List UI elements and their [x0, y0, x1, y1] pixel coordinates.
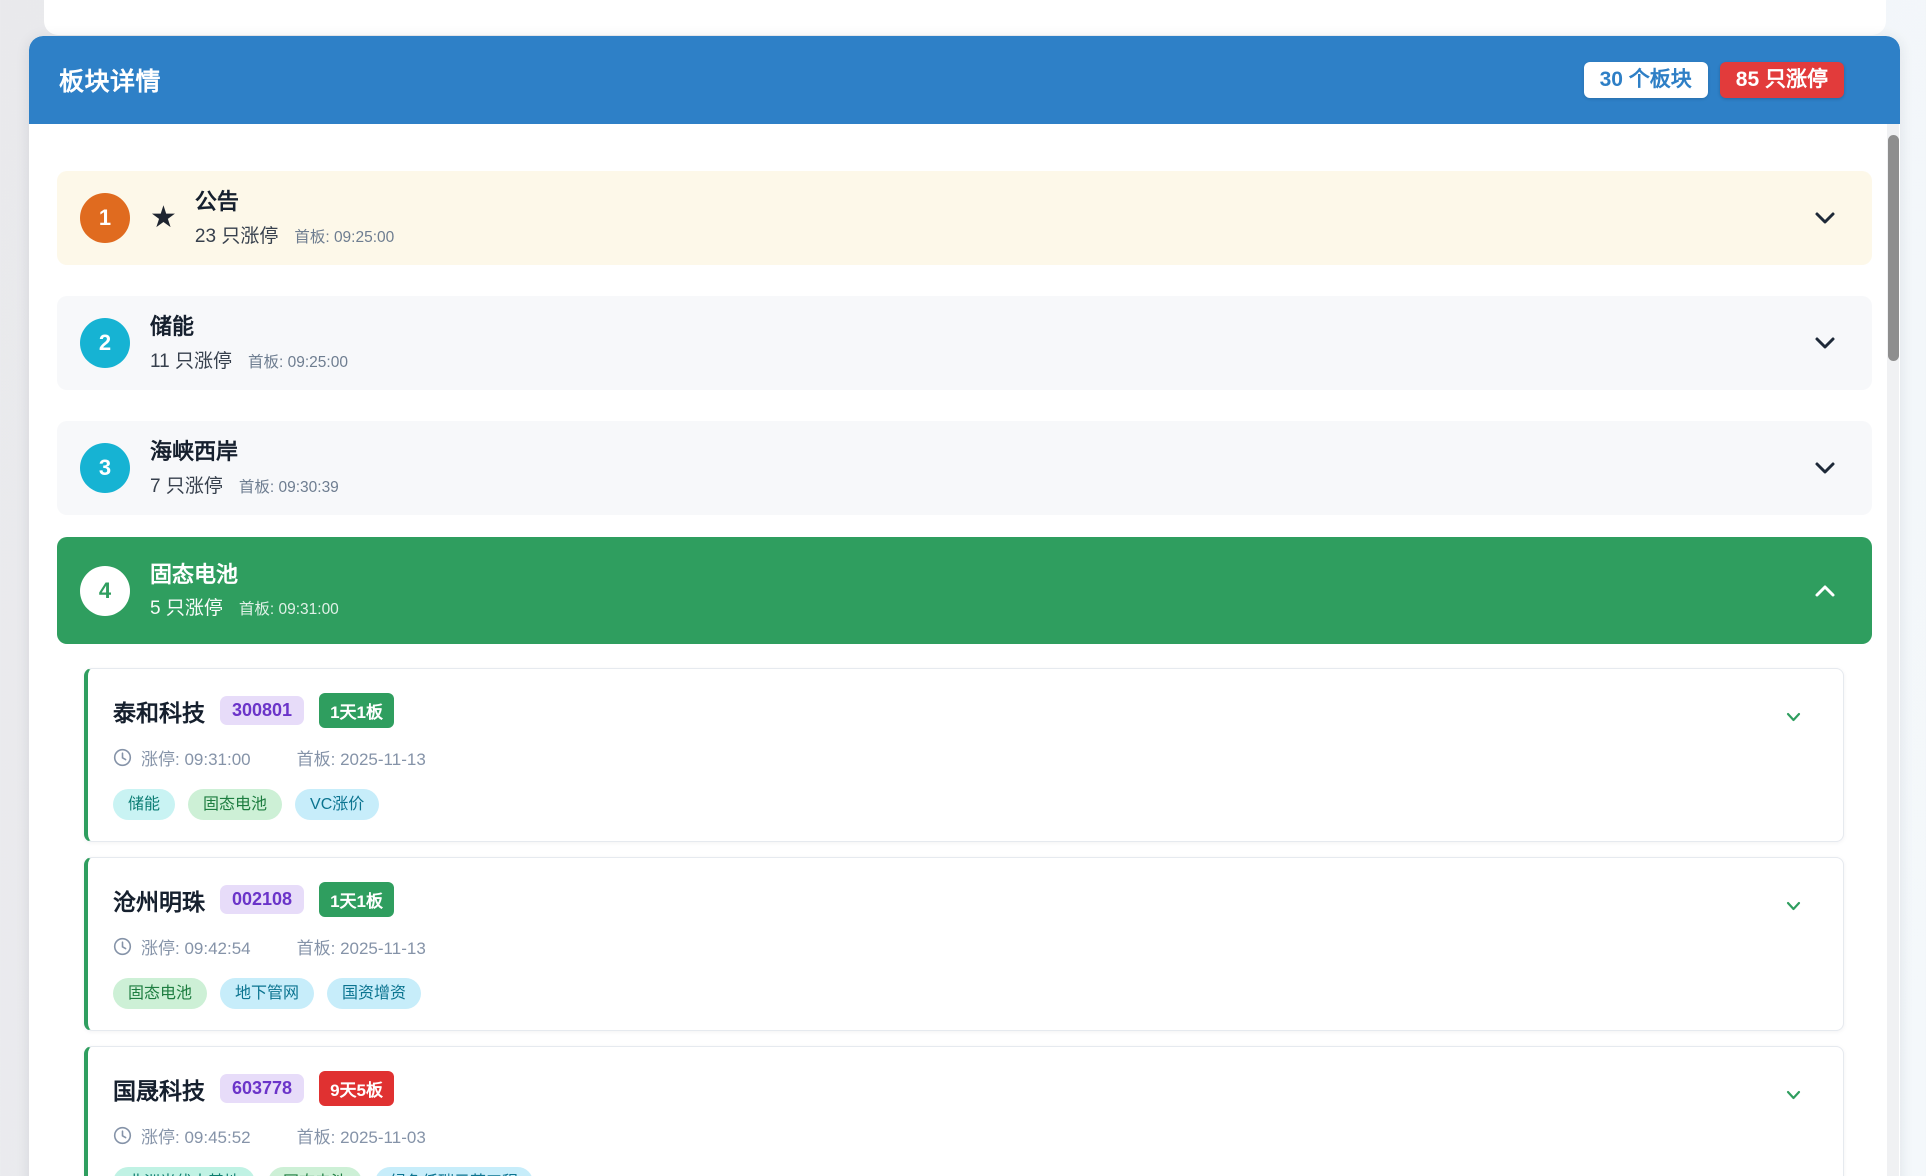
sector-name: 固态电池: [150, 561, 339, 589]
chevron-down-icon[interactable]: [1814, 211, 1836, 225]
rank-badge: 3: [80, 443, 130, 493]
limit-up-time: 涨停: 09:42:54: [141, 934, 251, 959]
limit-up-count-badge: 85 只涨停: [1720, 62, 1844, 98]
panel-header: 板块详情 30 个板块 85 只涨停: [29, 36, 1900, 124]
chevron-down-icon[interactable]: [1786, 709, 1801, 727]
concept-tag[interactable]: 固态电池: [113, 978, 207, 1009]
concept-tag[interactable]: 固态电池: [268, 1167, 362, 1176]
stock-card-guoshengkeji[interactable]: 国晟科技 603778 9天5板 涨停: 09:45:52 首板: 2025-1…: [84, 1046, 1844, 1176]
sector-count-badge: 30 个板块: [1584, 62, 1708, 98]
sector-row-gutaidianchi[interactable]: 4 固态电池 5 只涨停 首板: 09:31:00: [57, 537, 1872, 644]
first-board-date: 首板: 2025-11-13: [297, 934, 426, 959]
header-badges: 30 个板块 85 只涨停: [1584, 62, 1844, 98]
limit-up-time: 涨停: 09:45:52: [141, 1123, 251, 1148]
stock-name: 泰和科技: [113, 694, 205, 728]
clock-icon: [113, 1126, 132, 1145]
limit-up-time: 涨停: 09:31:00: [141, 745, 251, 770]
sector-text: 固态电池 5 只涨停 首板: 09:31:00: [150, 561, 339, 621]
sector-row-chuneng[interactable]: 2 储能 11 只涨停 首板: 09:25:00: [57, 296, 1872, 390]
stock-code-badge: 603778: [220, 1074, 304, 1103]
rank-badge: 4: [80, 566, 130, 616]
streak-badge: 1天1板: [319, 882, 394, 917]
sector-limitup-count: 5 只涨停: [150, 593, 223, 620]
chevron-down-icon[interactable]: [1786, 898, 1801, 916]
sector-detail-panel: 板块详情 30 个板块 85 只涨停 1 ★ 公告 23 只涨停 首板: 09:…: [29, 36, 1900, 1176]
clock-icon: [113, 937, 132, 956]
chevron-down-icon[interactable]: [1786, 1087, 1801, 1105]
concept-tag[interactable]: 国资增资: [327, 978, 421, 1009]
sector-text: 海峡西岸 7 只涨停 首板: 09:30:39: [150, 438, 339, 498]
chevron-down-icon[interactable]: [1814, 336, 1836, 350]
rank-badge: 2: [80, 318, 130, 368]
sector-name: 公告: [195, 188, 394, 216]
sector-list: 1 ★ 公告 23 只涨停 首板: 09:25:00 2 储能 11 只涨停 首…: [29, 124, 1900, 1176]
first-board-date: 首板: 2025-11-13: [297, 745, 426, 770]
stock-name: 国晟科技: [113, 1072, 205, 1106]
rank-badge: 1: [80, 193, 130, 243]
sector-row-gonggao[interactable]: 1 ★ 公告 23 只涨停 首板: 09:25:00: [57, 171, 1872, 265]
stock-list: 泰和科技 300801 1天1板 涨停: 09:31:00 首板: 2025-1…: [84, 668, 1844, 1176]
sector-first-board: 首板: 09:30:39: [239, 475, 339, 497]
stock-card-taihekeji[interactable]: 泰和科技 300801 1天1板 涨停: 09:31:00 首板: 2025-1…: [84, 668, 1844, 842]
concept-tag[interactable]: VC涨价: [295, 789, 379, 820]
concept-tag[interactable]: 非洲光伏大基地: [113, 1167, 255, 1176]
stock-name: 沧州明珠: [113, 883, 205, 917]
sector-row-haixia[interactable]: 3 海峡西岸 7 只涨停 首板: 09:30:39: [57, 421, 1872, 515]
chevron-down-icon[interactable]: [1814, 461, 1836, 475]
sector-limitup-count: 7 只涨停: [150, 471, 223, 498]
sector-first-board: 首板: 09:25:00: [294, 225, 394, 247]
scrollbar-thumb[interactable]: [1888, 135, 1899, 361]
sector-name: 储能: [150, 313, 348, 341]
star-icon: ★: [150, 203, 177, 233]
concept-tag[interactable]: 地下管网: [220, 978, 314, 1009]
stock-code-badge: 002108: [220, 885, 304, 914]
page-title: 板块详情: [59, 62, 161, 98]
sector-limitup-count: 23 只涨停: [195, 221, 278, 248]
sector-text: 储能 11 只涨停 首板: 09:25:00: [150, 313, 348, 373]
sector-first-board: 首板: 09:31:00: [239, 597, 339, 619]
stock-card-cangzhoumingzhu[interactable]: 沧州明珠 002108 1天1板 涨停: 09:42:54 首板: 2025-1…: [84, 857, 1844, 1031]
concept-tag[interactable]: 绿色低碳示范工程: [375, 1167, 533, 1176]
stock-code-badge: 300801: [220, 696, 304, 725]
sector-limitup-count: 11 只涨停: [150, 346, 232, 373]
sector-text: 公告 23 只涨停 首板: 09:25:00: [195, 188, 394, 248]
sector-first-board: 首板: 09:25:00: [248, 350, 348, 372]
concept-tag[interactable]: 储能: [113, 789, 175, 820]
chevron-up-icon[interactable]: [1814, 584, 1836, 598]
streak-badge: 1天1板: [319, 693, 394, 728]
first-board-date: 首板: 2025-11-03: [297, 1123, 426, 1148]
clock-icon: [113, 748, 132, 767]
concept-tag[interactable]: 固态电池: [188, 789, 282, 820]
streak-badge: 9天5板: [319, 1071, 394, 1106]
previous-card-edge: [44, 0, 1886, 35]
sector-name: 海峡西岸: [150, 438, 339, 466]
